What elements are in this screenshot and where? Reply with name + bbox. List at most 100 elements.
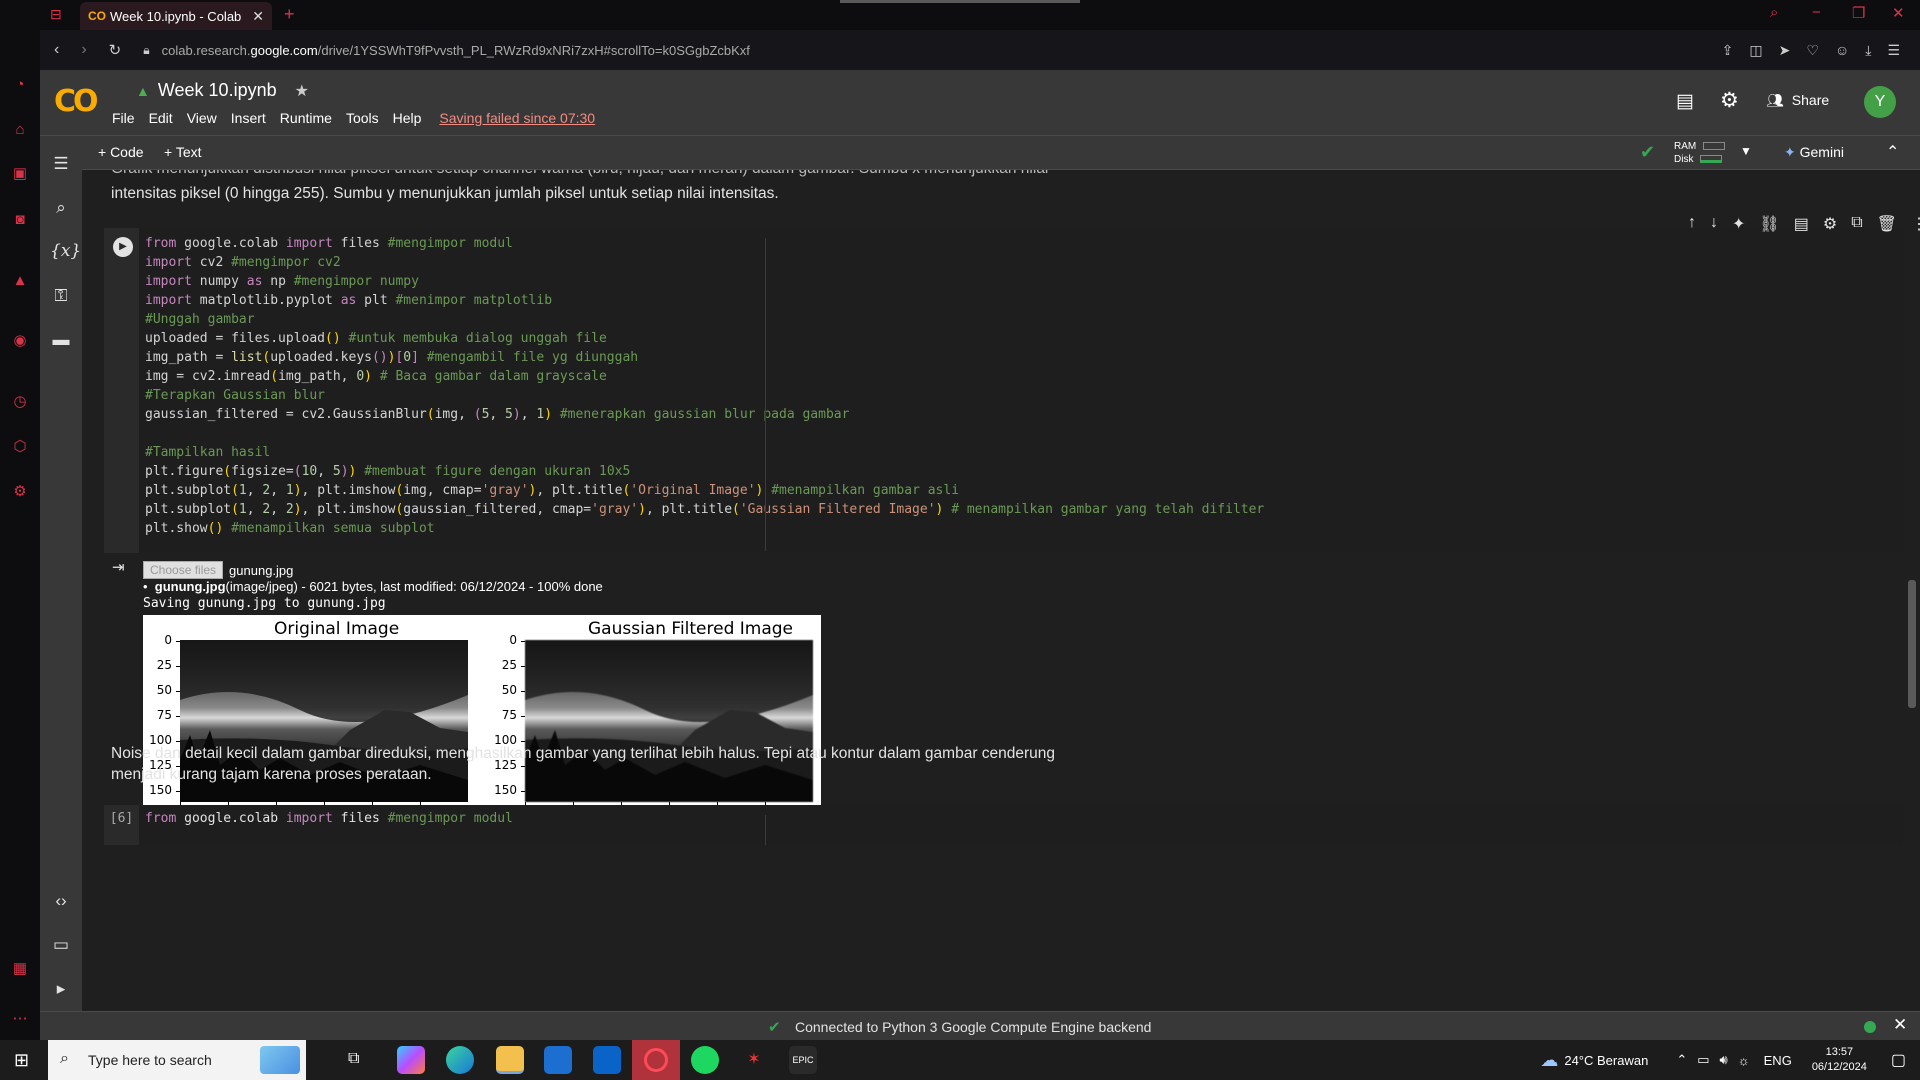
download-icon[interactable]: ⤓: [1865, 42, 1871, 59]
send-icon[interactable]: ➤: [1779, 42, 1791, 59]
edge-icon[interactable]: [446, 1046, 474, 1074]
back-icon[interactable]: ‹: [54, 41, 59, 59]
shopping-icon[interactable]: ⌂: [11, 121, 29, 139]
share-button[interactable]: 👥︎ Share: [1766, 92, 1829, 109]
twitch-icon[interactable]: ▣: [11, 165, 29, 183]
minimize-icon[interactable]: −: [1812, 4, 1821, 21]
menu-view[interactable]: View: [187, 110, 217, 126]
more-icon[interactable]: ⋯: [11, 1010, 29, 1028]
history-icon[interactable]: ◷: [11, 393, 29, 411]
star-icon[interactable]: ★: [295, 81, 309, 101]
opera-taskbar-button[interactable]: [632, 1040, 680, 1080]
more-options-icon[interactable]: ⋮: [1911, 214, 1920, 234]
move-up-icon[interactable]: ↑: [1688, 214, 1696, 234]
weather-text[interactable]: 24°C Berawan: [1564, 1053, 1648, 1068]
instagram-icon[interactable]: ◙: [11, 211, 29, 229]
save-status-link[interactable]: Saving failed since 07:30: [439, 110, 595, 126]
search-icon[interactable]: ⌕: [50, 197, 72, 219]
brightness-icon[interactable]: ☼: [1738, 1053, 1750, 1068]
link-icon[interactable]: ⛓: [1759, 214, 1779, 234]
heart-icon[interactable]: ♡: [1806, 42, 1819, 59]
game-app-icon[interactable]: ✶: [740, 1046, 768, 1074]
scrollbar-thumb[interactable]: [1908, 580, 1916, 708]
code-cell[interactable]: [6] from google.colab import files #meng…: [104, 805, 1902, 845]
easy-setup-icon[interactable]: ☰: [1887, 42, 1900, 59]
runtime-dropdown-icon[interactable]: ▼: [1740, 144, 1752, 158]
comments-icon[interactable]: ▤: [1676, 90, 1694, 113]
gemini-button[interactable]: ✦ Gemini: [1784, 144, 1844, 161]
menu-insert[interactable]: Insert: [231, 110, 266, 126]
settings-gear-icon[interactable]: ⚙: [1720, 88, 1739, 113]
network-icon[interactable]: ▭: [1697, 1052, 1709, 1068]
output-toggle-icon[interactable]: ⇥: [112, 558, 125, 576]
account-icon[interactable]: ☺: [1835, 42, 1849, 59]
notifications-icon[interactable]: ▢: [1891, 1050, 1906, 1070]
language-indicator[interactable]: ENG: [1764, 1053, 1792, 1068]
menu-edit[interactable]: Edit: [149, 110, 173, 126]
y-tick-mark: [176, 640, 180, 642]
search-tabs-icon[interactable]: ⌕: [1770, 4, 1778, 21]
comment-icon[interactable]: ▤: [1794, 214, 1809, 234]
spotify-icon[interactable]: [691, 1046, 719, 1074]
code-editor[interactable]: from google.colab import files #mengimpo…: [139, 228, 1902, 553]
snapshot-icon[interactable]: ◫: [1749, 42, 1762, 59]
store-icon[interactable]: [544, 1046, 572, 1074]
copilot-icon[interactable]: [397, 1046, 425, 1074]
aria-icon[interactable]: ▲: [11, 272, 29, 290]
notebook-title[interactable]: Week 10.ipynb: [158, 80, 277, 101]
secrets-key-icon[interactable]: ⚿: [50, 285, 72, 307]
delete-icon[interactable]: 🗑︎: [1877, 214, 1897, 234]
close-window-icon[interactable]: ✕: [1892, 4, 1905, 22]
code-editor[interactable]: from google.colab import files #mengimpo…: [139, 805, 1902, 845]
url-field[interactable]: colab.research.google.com/drive/1YSSWhT9…: [162, 43, 750, 58]
pinboard-icon[interactable]: ▦: [11, 960, 29, 978]
menu-help[interactable]: Help: [393, 110, 422, 126]
file-explorer-icon[interactable]: [496, 1046, 524, 1074]
menu-runtime[interactable]: Runtime: [280, 110, 332, 126]
add-code-button[interactable]: + Code: [98, 144, 144, 160]
maximize-icon[interactable]: ❐: [1852, 4, 1865, 22]
player-icon[interactable]: ◉: [11, 332, 29, 350]
gemini-cell-icon[interactable]: ✦: [1732, 214, 1745, 234]
terminal-icon[interactable]: ▸: [50, 978, 72, 1000]
colab-favicon-icon: CO: [88, 9, 106, 23]
tray-chevron-icon[interactable]: ⌃: [1676, 1052, 1687, 1068]
extensions-icon[interactable]: ⬡: [11, 438, 29, 456]
resource-monitor[interactable]: RAM Disk: [1674, 140, 1726, 166]
volume-icon[interactable]: 🔊︎: [1720, 1052, 1728, 1068]
command-palette-icon[interactable]: ▭: [50, 934, 72, 956]
tab-colab[interactable]: CO Week 10.ipynb - Colab ✕: [80, 2, 272, 30]
run-cell-button[interactable]: ▶: [113, 237, 133, 257]
new-tab-icon[interactable]: +: [284, 4, 295, 25]
close-status-icon[interactable]: ✕: [1893, 1015, 1907, 1035]
windows-start-icon[interactable]: ⊞: [14, 1050, 29, 1071]
close-tab-icon[interactable]: ✕: [252, 8, 264, 25]
settings-icon[interactable]: ⚙: [11, 483, 29, 501]
colab-logo[interactable]: CO: [54, 84, 98, 119]
outlook-icon[interactable]: [593, 1046, 621, 1074]
task-view-icon[interactable]: ⧉: [348, 1050, 359, 1068]
taskbar-search[interactable]: ⌕ Type here to search: [48, 1040, 306, 1080]
cell-settings-icon[interactable]: ⚙: [1823, 214, 1837, 234]
forward-icon[interactable]: ›: [81, 41, 86, 59]
menu-file[interactable]: File: [112, 110, 135, 126]
menu-tools[interactable]: Tools: [346, 110, 379, 126]
y-tick-mark: [521, 640, 525, 642]
collapse-header-icon[interactable]: ⌃: [1886, 142, 1899, 162]
speed-dial-icon[interactable]: ◔: [11, 76, 29, 94]
code-snippets-icon[interactable]: ‹›: [50, 890, 72, 912]
code-cell[interactable]: ▶ from google.colab import files #mengim…: [104, 228, 1902, 553]
files-folder-icon[interactable]: ▬: [50, 329, 72, 351]
choose-files-button[interactable]: Choose files: [143, 561, 224, 579]
table-of-contents-icon[interactable]: ☰: [50, 153, 72, 175]
mirror-cell-icon[interactable]: ⧉: [1851, 214, 1862, 234]
add-text-button[interactable]: + Text: [164, 144, 202, 160]
avatar[interactable]: Y: [1864, 86, 1896, 118]
clock[interactable]: 13:57 06/12/2024: [1812, 1045, 1867, 1075]
reload-icon[interactable]: ↻: [109, 41, 122, 59]
workspace-icon[interactable]: ⊟: [50, 6, 62, 23]
epic-games-icon[interactable]: EPIC: [789, 1046, 817, 1074]
variables-icon[interactable]: {x}: [50, 240, 81, 262]
share-page-icon[interactable]: ⇪: [1722, 42, 1734, 59]
move-down-icon[interactable]: ↓: [1710, 214, 1718, 234]
